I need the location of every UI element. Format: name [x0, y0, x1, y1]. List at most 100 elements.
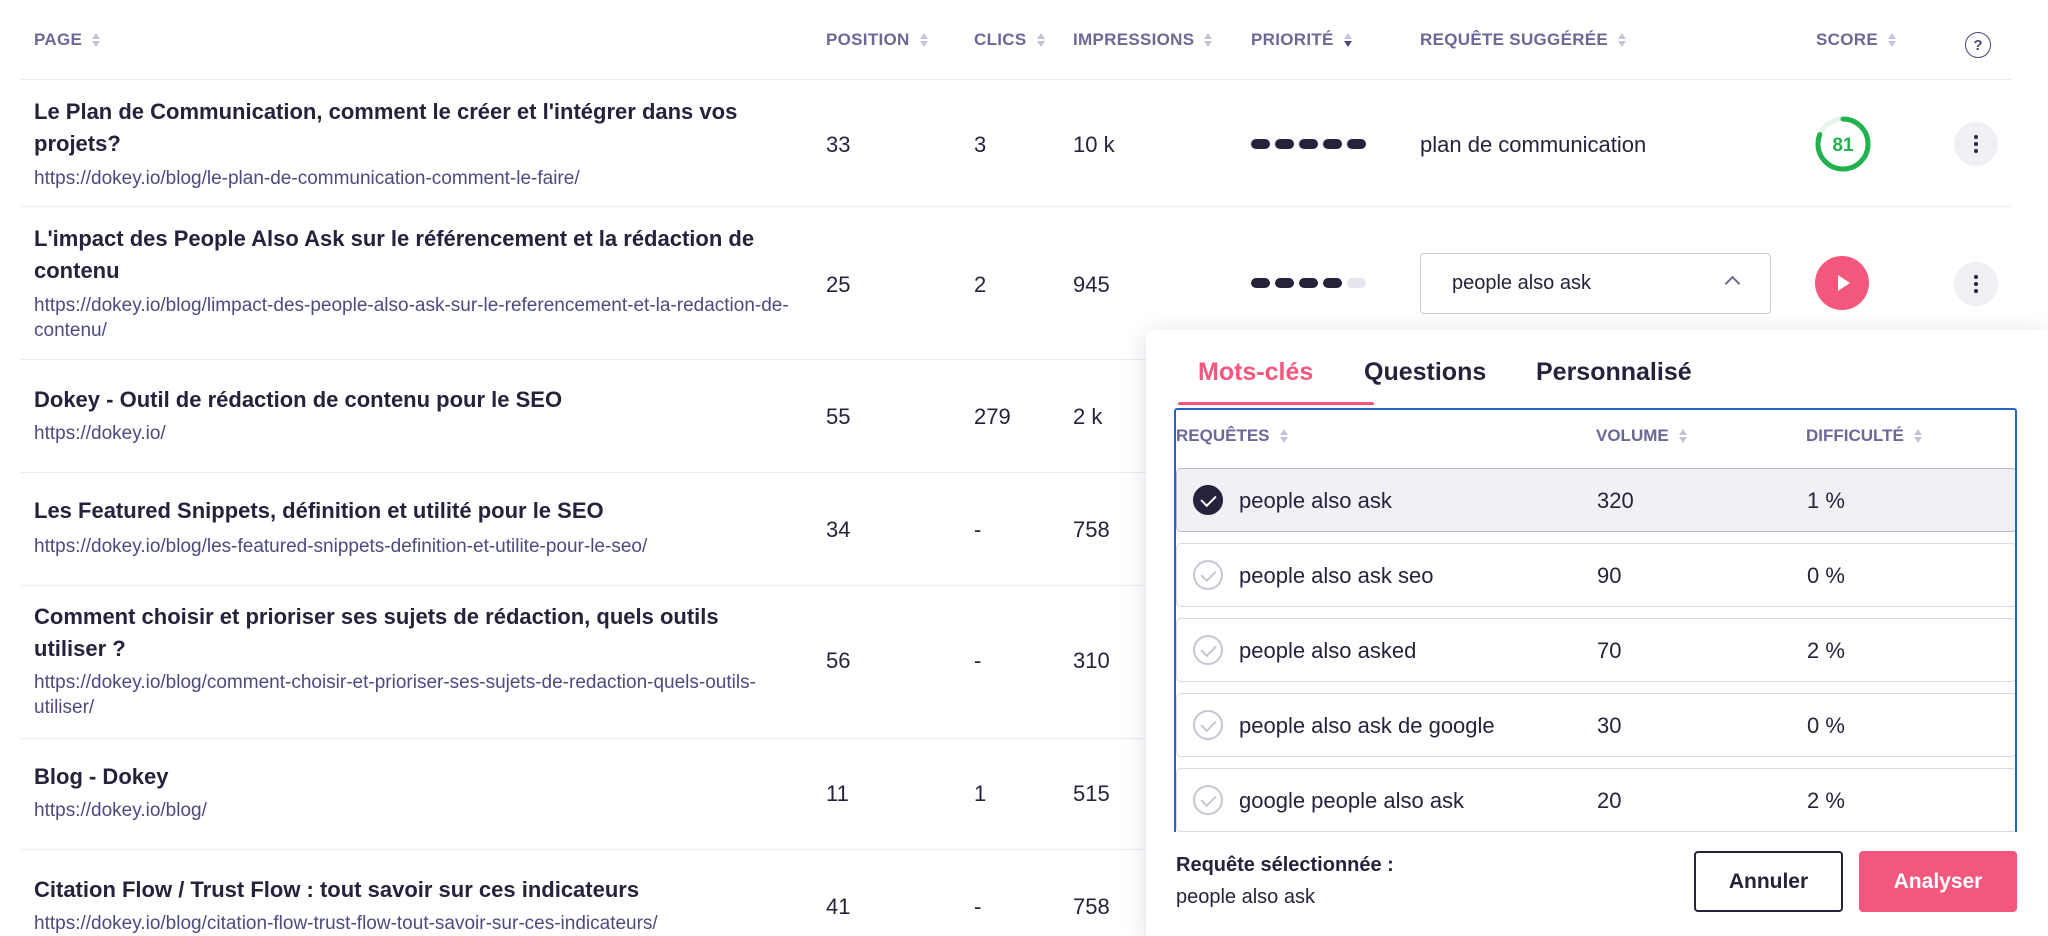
- page-url[interactable]: https://dokey.io/blog/comment-choisir-et…: [34, 670, 794, 720]
- score-value: 81: [1832, 135, 1854, 156]
- col-header-priorite[interactable]: PRIORITÉ: [1251, 30, 1352, 50]
- clics-value: -: [974, 894, 982, 919]
- chevron-up-icon: [1724, 275, 1741, 292]
- keyword-query: people also ask de google: [1239, 713, 1495, 738]
- priority-dot: [1299, 278, 1318, 288]
- tab-personnalise[interactable]: Personnalisé: [1536, 358, 1692, 387]
- keyword-difficulty: 2 %: [1807, 638, 1845, 663]
- clics-value: 3: [974, 132, 987, 157]
- position-value: 55: [826, 404, 851, 429]
- cancel-button[interactable]: Annuler: [1694, 851, 1843, 912]
- keyword-query: people also asked: [1239, 638, 1417, 663]
- col-header-requetes[interactable]: REQUÊTES: [1176, 426, 1288, 446]
- keyword-volume: 70: [1597, 638, 1622, 663]
- impressions-value: 10 k: [1073, 132, 1115, 157]
- priority-dot: [1323, 139, 1342, 149]
- col-header-page[interactable]: PAGE: [34, 30, 101, 50]
- sort-icon: [1204, 33, 1213, 47]
- page-url[interactable]: https://dokey.io/blog/le-plan-de-communi…: [34, 166, 794, 191]
- keyword-query: people also ask seo: [1239, 563, 1434, 588]
- page-title[interactable]: Dokey - Outil de rédaction de contenu po…: [34, 384, 794, 416]
- sort-icon: [1618, 33, 1627, 47]
- priority-dot: [1275, 278, 1294, 288]
- clics-value: 279: [974, 404, 1011, 429]
- page-title[interactable]: Citation Flow / Trust Flow : tout savoir…: [34, 874, 794, 906]
- keyword-volume: 30: [1597, 713, 1622, 738]
- col-header-difficulte[interactable]: DIFFICULTÉ: [1806, 426, 1922, 446]
- page-url[interactable]: https://dokey.io/blog/limpact-des-people…: [34, 293, 794, 343]
- more-menu-button[interactable]: [1954, 262, 1998, 306]
- col-header-position[interactable]: POSITION: [826, 30, 928, 50]
- col-header-score[interactable]: SCORE: [1816, 30, 1896, 50]
- clics-value: 1: [974, 781, 987, 806]
- position-value: 34: [826, 517, 851, 542]
- position-value: 33: [826, 132, 851, 157]
- clics-value: -: [974, 648, 982, 673]
- position-value: 41: [826, 894, 851, 919]
- clics-value: -: [974, 517, 982, 542]
- sort-icon: [919, 33, 928, 47]
- keyword-difficulty: 2 %: [1807, 788, 1845, 813]
- keyword-difficulty: 0 %: [1807, 713, 1845, 738]
- priority-dot: [1275, 139, 1294, 149]
- keyword-volume: 320: [1597, 488, 1634, 513]
- keyword-volume: 20: [1597, 788, 1622, 813]
- tab-questions[interactable]: Questions: [1364, 358, 1486, 387]
- sort-icon: [1887, 33, 1896, 47]
- analyse-play-button[interactable]: [1815, 256, 1869, 310]
- col-header-impressions[interactable]: IMPRESSIONS: [1073, 30, 1213, 50]
- page-url[interactable]: https://dokey.io/blog/: [34, 798, 794, 823]
- priority-indicator: [1251, 278, 1366, 288]
- keyword-query: google people also ask: [1239, 788, 1465, 813]
- query-select[interactable]: people also ask: [1420, 253, 1771, 314]
- priority-dot: [1251, 139, 1270, 149]
- page-title[interactable]: Comment choisir et prioriser ses sujets …: [34, 601, 794, 665]
- page-url[interactable]: https://dokey.io/blog/citation-flow-trus…: [34, 911, 794, 936]
- sort-desc-icon: [1343, 33, 1352, 47]
- priority-dot: [1347, 278, 1366, 288]
- impressions-value: 758: [1073, 517, 1110, 542]
- analyse-button[interactable]: Analyser: [1859, 851, 2017, 912]
- col-header-requete[interactable]: REQUÊTE SUGGÉRÉE: [1420, 30, 1627, 50]
- unchecked-circle-icon[interactable]: [1193, 710, 1223, 740]
- page-url[interactable]: https://dokey.io/blog/les-featured-snipp…: [34, 534, 794, 559]
- keyword-row[interactable]: people also asked 70 2 %: [1176, 618, 2015, 682]
- page-title[interactable]: Le Plan de Communication, comment le cré…: [34, 96, 794, 160]
- query-select-value: people also ask: [1452, 272, 1591, 294]
- keyword-row[interactable]: people also ask 320 1 %: [1176, 468, 2015, 532]
- impressions-value: 758: [1073, 894, 1110, 919]
- unchecked-circle-icon[interactable]: [1193, 785, 1223, 815]
- page-url[interactable]: https://dokey.io/: [34, 421, 794, 446]
- tab-mots-cles[interactable]: Mots-clés: [1198, 358, 1313, 387]
- keyword-row[interactable]: people also ask de google 30 0 %: [1176, 693, 2015, 757]
- impressions-value: 310: [1073, 648, 1110, 673]
- keyword-query: people also ask: [1239, 488, 1392, 513]
- unchecked-circle-icon[interactable]: [1193, 635, 1223, 665]
- score-ring: 81: [1815, 116, 1871, 172]
- position-value: 25: [826, 272, 851, 297]
- impressions-value: 2 k: [1073, 404, 1103, 429]
- priority-dot: [1323, 278, 1342, 288]
- priority-dot: [1251, 278, 1270, 288]
- keyword-difficulty: 0 %: [1807, 563, 1845, 588]
- selected-query-label: Requête sélectionnée :: [1176, 854, 1394, 876]
- sort-icon: [1279, 429, 1288, 443]
- more-menu-button[interactable]: [1954, 122, 1998, 166]
- col-header-clics[interactable]: CLICS: [974, 30, 1045, 50]
- checked-circle-icon[interactable]: [1193, 485, 1223, 515]
- page-title[interactable]: Les Featured Snippets, définition et uti…: [34, 495, 794, 527]
- keyword-row[interactable]: google people also ask 20 2 %: [1176, 768, 2015, 832]
- priority-dot: [1347, 139, 1366, 149]
- keyword-volume: 90: [1597, 563, 1622, 588]
- page-title[interactable]: L'impact des People Also Ask sur le réfé…: [34, 223, 794, 287]
- help-icon[interactable]: ?: [1965, 32, 1991, 58]
- col-header-volume[interactable]: VOLUME: [1596, 426, 1687, 446]
- keyword-difficulty: 1 %: [1807, 488, 1845, 513]
- keyword-list-panel: REQUÊTES VOLUME DIFFICULTÉ people also a…: [1174, 408, 2017, 832]
- unchecked-circle-icon[interactable]: [1193, 560, 1223, 590]
- selected-query-value: people also ask: [1176, 886, 1315, 908]
- sort-icon: [1678, 429, 1687, 443]
- keyword-row[interactable]: people also ask seo 90 0 %: [1176, 543, 2015, 607]
- page-title[interactable]: Blog - Dokey: [34, 761, 794, 793]
- suggested-query: plan de communication: [1420, 132, 1647, 157]
